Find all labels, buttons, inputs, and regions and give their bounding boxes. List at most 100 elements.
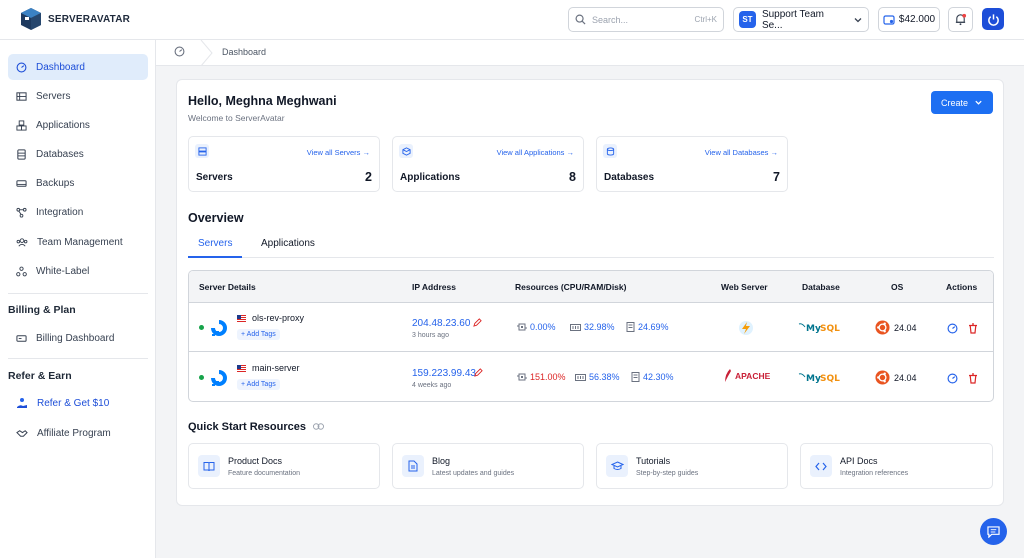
stat-card-applications: View all Applications → Applications 8 [392,136,584,192]
account-button[interactable] [982,8,1004,30]
stat-count: 7 [773,170,780,184]
tab-applications[interactable]: Applications [251,237,325,258]
sidebar-item-label: Team Management [37,236,123,248]
svg-text:SQL: SQL [820,374,840,384]
logo[interactable]: SERVERAVATAR [20,7,130,31]
ram-value: 56.38% [589,372,620,382]
quick-start-title: Quick Start Resources [188,421,325,433]
team-name: Support Team Se... [761,8,825,31]
quick-start-tutorials[interactable]: Tutorials Step-by-step guides [596,443,788,489]
chevron-down-icon [854,17,862,22]
view-all-databases-link[interactable]: View all Databases → [705,148,778,157]
welcome-text: Welcome to ServerAvatar [188,113,285,123]
gauge-icon[interactable] [947,323,958,334]
delete-trash-icon[interactable] [968,323,978,334]
sidebar-item-white-label[interactable]: White-Label [8,258,148,284]
sidebar-item-servers[interactable]: Servers [8,83,148,109]
top-bar: SERVERAVATAR Search... Ctrl+K ST Support… [0,0,1024,40]
add-tags-button[interactable]: + Add Tags [237,329,280,340]
us-flag-icon [237,365,246,372]
sidebar-item-team-management[interactable]: Team Management [8,229,148,255]
column-header: Actions [946,282,978,292]
quick-start-card-title: Blog [432,456,451,466]
handshake-icon [16,429,28,437]
power-icon [987,13,999,26]
column-header: Server Details [199,282,256,292]
disk-icon [626,322,635,332]
balance-amount: $42.000 [898,14,936,25]
sidebar-item-label: Databases [36,148,84,160]
create-label: Create [940,97,968,108]
column-header: Web Server [721,282,768,292]
database-icon [17,148,26,160]
search-icon [575,14,586,25]
edit-pencil-icon[interactable] [474,368,483,377]
view-all-servers-link[interactable]: View all Servers → [307,148,370,157]
ubuntu-icon [875,370,890,385]
quick-start-card-title: Product Docs [228,456,283,466]
svg-text:SQL: SQL [820,324,840,334]
table-row[interactable]: main-server + Add Tags 159.223.99.43 4 w… [189,353,993,401]
us-flag-icon [237,315,246,322]
tab-servers[interactable]: Servers [188,237,243,258]
edit-pencil-icon[interactable] [473,318,482,327]
delete-trash-icon[interactable] [968,373,978,384]
server-name[interactable]: ols-rev-proxy [252,313,304,323]
stat-card-databases: View all Databases → Databases 7 [596,136,788,192]
gauge-icon[interactable] [947,373,958,384]
cpu-usage: 151.00% [517,372,566,382]
quick-start-card-subtitle: Integration references [840,470,909,477]
sidebar-divider [8,358,148,359]
sidebar-item-label: Affiliate Program [37,427,111,439]
sidebar-item-backups[interactable]: Backups [8,170,148,196]
quick-start-card-title: API Docs [840,456,878,466]
graduation-icon [606,455,628,477]
database-icon [603,144,617,158]
quick-start-card-subtitle: Step-by-step guides [636,470,699,477]
create-button[interactable]: Create [931,91,993,114]
view-all-applications-link[interactable]: View all Applications → [497,148,574,157]
ip-address[interactable]: 204.48.23.60 [412,318,470,329]
sidebar-item-dashboard[interactable]: Dashboard [8,54,148,80]
chat-support-button[interactable] [980,518,1007,545]
sidebar-item-integration[interactable]: Integration [8,199,148,225]
add-tags-button[interactable]: + Add Tags [237,379,280,390]
disk-value: 42.30% [643,372,674,382]
chat-icon [987,525,1000,538]
quick-start-card-subtitle: Feature documentation [228,470,300,477]
team-selector[interactable]: ST Support Team Se... [733,7,869,32]
ip-address[interactable]: 159.223.99.43 [412,368,476,379]
stat-label: Applications [400,172,461,183]
quick-start-api-docs[interactable]: API Docs Integration references [800,443,993,489]
sidebar-item-label: Backups [36,177,75,189]
ram-value: 32.98% [584,322,615,332]
digitalocean-icon [211,320,227,336]
sidebar-item-refer[interactable]: Refer & Get $10 [8,390,148,416]
table-row[interactable]: ols-rev-proxy + Add Tags 204.48.23.60 3 … [189,303,993,352]
column-header: Resources (CPU/RAM/Disk) [515,282,627,292]
gauge-icon[interactable] [174,46,185,57]
stat-label: Servers [196,172,233,183]
column-header: Database [802,282,840,292]
sidebar-item-affiliate[interactable]: Affiliate Program [8,420,148,446]
disk-value: 24.69% [638,322,669,332]
sidebar-item-databases[interactable]: Databases [8,141,148,167]
status-online-dot [199,375,204,380]
book-icon [198,455,220,477]
search-input[interactable]: Search... Ctrl+K [568,7,724,32]
gauge-icon [16,62,27,72]
server-name[interactable]: main-server [252,363,300,373]
balance-button[interactable]: $42.000 [878,7,940,32]
sidebar-item-label: Servers [36,90,71,102]
quick-start-blog[interactable]: Blog Latest updates and guides [392,443,584,489]
document-icon [402,455,424,477]
breadcrumb: Dashboard [156,40,1024,66]
table-header: Server Details IP Address Resources (CPU… [189,271,993,303]
quick-start-product-docs[interactable]: Product Docs Feature documentation [188,443,380,489]
notifications-button[interactable] [948,7,973,32]
quick-start-card-title: Tutorials [636,456,671,466]
white-label-icon [16,266,27,276]
sidebar-item-billing-dashboard[interactable]: Billing Dashboard [8,325,148,351]
mysql-logo-icon: My SQL [798,373,840,384]
sidebar-item-applications[interactable]: Applications [8,112,148,138]
